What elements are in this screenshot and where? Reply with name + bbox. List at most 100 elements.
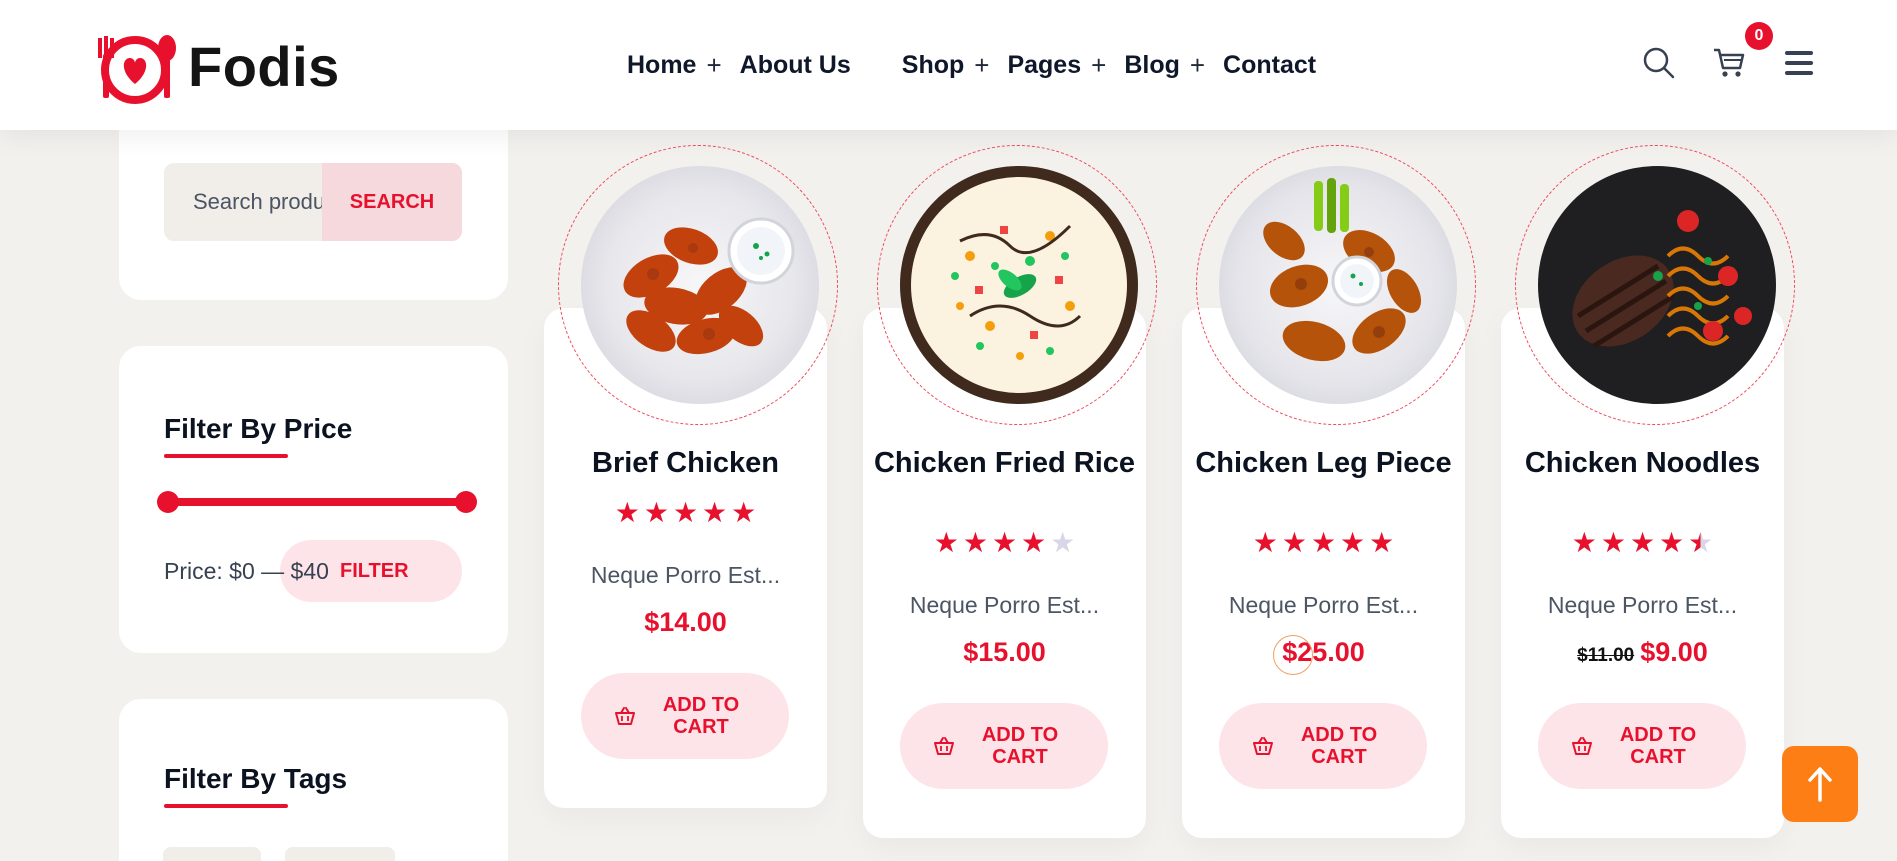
star-filled-icon: ★: [1659, 527, 1685, 558]
chicken-wings-image: [623, 217, 795, 355]
add-to-cart-label: ADD TO CART: [1300, 724, 1378, 768]
menu-icon[interactable]: [1784, 50, 1814, 76]
rating-stars: ★ ★ ★ ★ ★: [1501, 529, 1784, 557]
star-filled-icon: ★: [1310, 527, 1337, 558]
title-underline: [164, 804, 288, 808]
brand-name: Fodis: [188, 34, 340, 98]
product-name[interactable]: Chicken Noodles: [1501, 448, 1784, 478]
product-image[interactable]: [1219, 166, 1457, 404]
nav-about[interactable]: About Us: [740, 51, 851, 80]
star-filled-icon: ★: [672, 497, 699, 528]
product-description: Neque Porro Est...: [590, 562, 781, 588]
current-price: $15.00: [963, 637, 1046, 667]
rating-stars: ★ ★ ★ ★ ★: [544, 499, 827, 527]
add-to-cart-button[interactable]: ADD TO CART: [581, 673, 789, 759]
main-nav: Home + About Us Shop + Pages + Blog + Co…: [627, 46, 1334, 84]
header-actions: [1640, 40, 1815, 90]
star-filled-icon: ★: [1281, 527, 1307, 558]
price-slider-max-handle[interactable]: [455, 491, 477, 513]
plus-icon: +: [974, 49, 990, 80]
price-slider-min-handle[interactable]: [157, 491, 179, 513]
star-filled-icon: ★: [614, 497, 640, 528]
logo-icon: [98, 35, 176, 104]
basket-icon: [1253, 737, 1273, 755]
add-to-cart-label: ADD TO CART: [1619, 724, 1697, 768]
nav-blog[interactable]: Blog +: [1124, 50, 1205, 81]
plus-icon: +: [1189, 49, 1206, 80]
product-image[interactable]: [900, 166, 1138, 404]
star-filled-icon: ★: [702, 497, 728, 528]
nav-label: About Us: [739, 50, 851, 79]
add-to-cart-label: ADD TO CART: [981, 724, 1059, 768]
star-filled-icon: ★: [962, 527, 988, 558]
nav-contact[interactable]: Contact: [1223, 51, 1316, 80]
nav-label: Pages: [1007, 50, 1082, 79]
add-to-cart-button[interactable]: ADD TO CART: [1538, 703, 1746, 789]
tag-chip[interactable]: [285, 847, 395, 861]
basket-icon: [1572, 737, 1592, 755]
nav-label: Blog: [1124, 50, 1180, 79]
price-range-label: Price: $0 — $40: [164, 558, 329, 584]
product-price: $15.00: [863, 637, 1146, 668]
current-price: $14.00: [644, 607, 727, 637]
product-image[interactable]: [581, 166, 819, 404]
price-filter-title: Filter By Price: [164, 413, 353, 444]
site-header: Fodis Home + About Us Shop + Pages + Blo…: [0, 0, 1897, 130]
product-description: Neque Porro Est...: [1547, 592, 1738, 618]
price-slider-track[interactable]: [167, 498, 465, 506]
cart-count-badge: 0: [1745, 22, 1773, 50]
basket-icon: [934, 737, 954, 755]
arrow-up-icon: [1808, 767, 1832, 802]
tags-filter-widget: Filter By Tags: [119, 699, 508, 861]
search-widget: SEARCH: [119, 110, 508, 300]
product-name[interactable]: Chicken Fried Rice: [863, 448, 1146, 478]
product-price: $25.00: [1182, 637, 1465, 668]
title-underline: [164, 454, 288, 458]
star-filled-icon: ★: [731, 497, 757, 528]
plus-icon: +: [706, 49, 722, 80]
nav-pages[interactable]: Pages +: [1007, 50, 1106, 81]
tag-chip[interactable]: [163, 847, 261, 861]
star-filled-icon: ★: [1369, 527, 1395, 558]
add-to-cart-button[interactable]: ADD TO CART: [900, 703, 1108, 789]
search-icon[interactable]: [1642, 46, 1676, 80]
nav-home[interactable]: Home +: [627, 50, 722, 81]
rating-stars: ★ ★ ★ ★ ★: [863, 529, 1146, 557]
star-filled-icon: ★: [1571, 527, 1597, 558]
fried-rice-image: [911, 177, 1127, 393]
tags-filter-title: Filter By Tags: [164, 763, 348, 794]
chicken-leg-image: [1263, 178, 1422, 362]
current-price: $9.00: [1640, 637, 1708, 667]
star-filled-icon: ★: [933, 527, 959, 558]
plus-icon: +: [1091, 49, 1107, 80]
search-button[interactable]: SEARCH: [322, 163, 462, 241]
product-description: Neque Porro Est...: [909, 592, 1100, 618]
product-description: Neque Porro Est...: [1228, 592, 1419, 618]
back-to-top-button[interactable]: [1782, 746, 1858, 822]
nav-shop[interactable]: Shop +: [902, 50, 990, 81]
cart-icon[interactable]: [1712, 47, 1746, 79]
logo[interactable]: Fodis: [90, 26, 340, 106]
star-filled-icon: ★: [1629, 527, 1656, 558]
add-to-cart-label: ADD TO CART: [662, 694, 740, 738]
star-filled-icon: ★: [643, 497, 669, 528]
nav-label: Home: [627, 50, 697, 79]
cursor-indicator: [1273, 635, 1313, 675]
star-half-icon: ★: [1688, 527, 1714, 558]
basket-icon: [615, 707, 635, 725]
product-image[interactable]: [1538, 166, 1776, 404]
search-box: SEARCH: [164, 163, 462, 241]
nav-label: Contact: [1223, 50, 1317, 79]
old-price: $11.00: [1577, 645, 1635, 666]
star-empty-icon: ★: [1050, 527, 1076, 558]
star-filled-icon: ★: [1021, 527, 1047, 558]
product-price: $14.00: [544, 607, 827, 638]
product-price: $11.00 $9.00: [1501, 637, 1784, 668]
product-name[interactable]: Brief Chicken: [544, 448, 827, 478]
nav-label: Shop: [901, 50, 965, 79]
price-filter-widget: Filter By Price FILTER Price: $0 — $40: [119, 346, 508, 653]
star-filled-icon: ★: [1600, 527, 1626, 558]
star-filled-icon: ★: [1340, 527, 1366, 558]
add-to-cart-button[interactable]: ADD TO CART: [1219, 703, 1427, 789]
product-name[interactable]: Chicken Leg Piece: [1182, 448, 1465, 478]
